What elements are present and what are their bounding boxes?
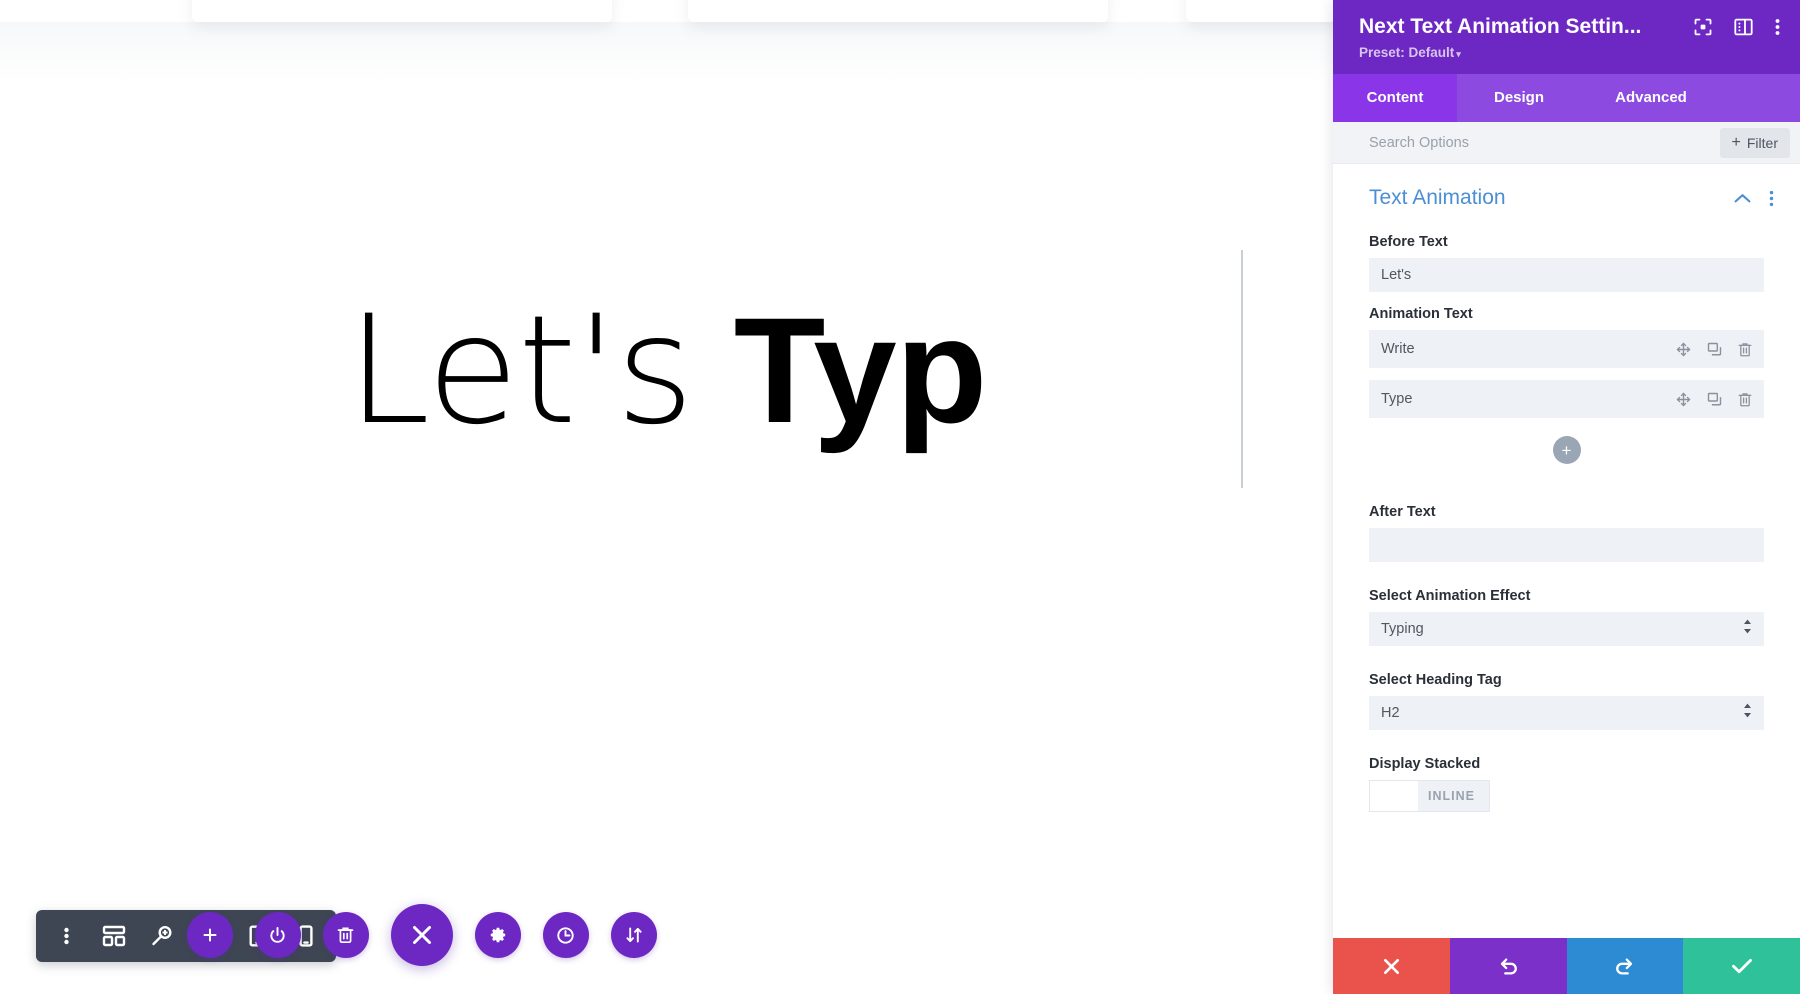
wireframe-view-button[interactable] xyxy=(90,910,138,962)
add-animation-text-button[interactable]: + xyxy=(1552,436,1581,465)
chevron-down-icon: ▾ xyxy=(1456,49,1461,60)
undo-icon xyxy=(1498,956,1519,977)
preset-selector[interactable]: Preset: Default ▾ xyxy=(1359,45,1694,60)
toggle-knob xyxy=(1370,781,1418,812)
typing-caret xyxy=(1241,250,1243,488)
heading-tag-select[interactable]: H2 xyxy=(1369,696,1764,731)
delete-layout-button[interactable] xyxy=(322,912,369,958)
redo-icon xyxy=(1614,956,1635,977)
check-icon xyxy=(1731,957,1753,975)
builder-canvas: Let's Typ xyxy=(0,0,1333,994)
close-x-icon xyxy=(410,923,434,947)
tab-design[interactable]: Design xyxy=(1457,74,1581,122)
panel-kebab-menu-icon[interactable] xyxy=(1775,18,1780,36)
plus-icon: + xyxy=(1731,133,1741,151)
field-label: Display Stacked xyxy=(1369,756,1481,773)
toggle-builder-button[interactable] xyxy=(254,912,301,958)
module-settings-panel: Next Text Animation Settin... Preset: De… xyxy=(1333,0,1800,994)
tab-advanced[interactable]: Advanced xyxy=(1581,74,1721,122)
after-text-input[interactable] xyxy=(1369,528,1764,563)
hero-animated-text: Typ xyxy=(733,285,988,454)
duplicate-icon[interactable] xyxy=(1707,392,1722,407)
power-icon xyxy=(268,926,287,945)
trash-icon[interactable] xyxy=(1738,342,1752,357)
panel-footer xyxy=(1333,938,1800,994)
app-root: Let's Typ Next Text Animation Settin... … xyxy=(0,0,1800,994)
kebab-menu-icon xyxy=(63,926,69,946)
trash-icon[interactable] xyxy=(1738,392,1752,407)
undo-button[interactable] xyxy=(1449,938,1567,994)
add-module-button[interactable] xyxy=(186,912,233,958)
panel-tabs: Content Design Advanced xyxy=(1333,74,1800,123)
field-label: Animation Text xyxy=(1369,306,1473,323)
close-x-icon xyxy=(1382,957,1401,976)
field-label: After Text xyxy=(1369,504,1436,521)
module-card[interactable] xyxy=(1186,0,1333,22)
editing-history-button[interactable] xyxy=(542,912,589,958)
panel-layout-icon[interactable] xyxy=(1734,18,1753,36)
drag-move-icon[interactable] xyxy=(1676,342,1691,357)
module-cards-row xyxy=(0,0,1333,30)
preset-label: Preset: Default xyxy=(1359,45,1455,61)
panel-title: Next Text Animation Settin... xyxy=(1359,15,1642,38)
chevron-up-icon[interactable] xyxy=(1734,193,1751,204)
module-card[interactable] xyxy=(192,0,612,22)
hero-before-text: Let's xyxy=(346,283,694,458)
hero-heading: Let's Typ xyxy=(347,295,988,446)
zoom-view-button[interactable] xyxy=(138,910,186,962)
close-builder-button[interactable] xyxy=(390,904,453,966)
field-before-text: Before Text xyxy=(1333,234,1800,293)
drag-move-icon[interactable] xyxy=(1676,392,1691,407)
field-animation-effect: Select Animation Effect Typing xyxy=(1333,588,1800,647)
filter-button[interactable]: + Filter xyxy=(1719,127,1790,158)
magnifier-icon xyxy=(151,925,173,947)
wireframe-icon xyxy=(102,925,126,947)
field-heading-tag: Select Heading Tag H2 xyxy=(1333,672,1800,731)
tab-content[interactable]: Content xyxy=(1333,74,1457,123)
gear-icon xyxy=(489,926,507,944)
field-display-stacked: Display Stacked INLINE xyxy=(1333,756,1800,813)
before-text-input[interactable] xyxy=(1369,258,1764,293)
animation-text-row-label: Type xyxy=(1381,391,1413,408)
section-kebab-menu-icon[interactable] xyxy=(1769,190,1774,207)
animation-text-row-label: Write xyxy=(1381,341,1415,358)
section-text-animation-header[interactable]: Text Animation xyxy=(1333,164,1800,220)
animation-effect-select[interactable]: Typing xyxy=(1369,612,1764,647)
field-label: Select Animation Effect xyxy=(1369,588,1531,605)
redo-button[interactable] xyxy=(1566,938,1684,994)
display-stacked-toggle[interactable]: INLINE xyxy=(1369,780,1490,813)
save-changes-button[interactable] xyxy=(1683,938,1800,994)
duplicate-icon[interactable] xyxy=(1707,342,1722,357)
more-options-button[interactable] xyxy=(42,910,90,962)
portability-button[interactable] xyxy=(610,912,657,958)
panel-body: Text Animation Before Text Let's Animati… xyxy=(1333,164,1800,938)
field-label: Select Heading Tag xyxy=(1369,672,1502,689)
animation-text-row[interactable]: Type xyxy=(1369,380,1764,419)
animation-text-row[interactable]: Write xyxy=(1369,330,1764,369)
filter-button-label: Filter xyxy=(1746,134,1778,151)
section-title: Text Animation xyxy=(1369,186,1506,210)
search-input[interactable] xyxy=(1333,134,1720,151)
field-animation-text: Animation Text Write Type + xyxy=(1333,306,1800,465)
clock-icon xyxy=(556,926,575,945)
module-card[interactable] xyxy=(688,0,1108,22)
search-bar: + Filter xyxy=(1333,122,1800,165)
builder-action-bar xyxy=(186,904,657,966)
text-animation-module[interactable]: Let's Typ xyxy=(0,250,1333,490)
plus-icon xyxy=(202,927,218,943)
builder-settings-button[interactable] xyxy=(474,912,521,958)
field-label: Before Text xyxy=(1369,234,1448,251)
canvas-backdrop xyxy=(0,22,1333,82)
trash-icon xyxy=(337,926,354,944)
sort-arrows-icon xyxy=(625,926,643,944)
fullscreen-mode-icon[interactable] xyxy=(1694,18,1712,36)
toggle-state-label: INLINE xyxy=(1428,789,1475,804)
panel-header: Next Text Animation Settin... Preset: De… xyxy=(1333,0,1800,75)
field-after-text: After Text xyxy=(1333,504,1800,563)
discard-changes-button[interactable] xyxy=(1333,938,1450,994)
